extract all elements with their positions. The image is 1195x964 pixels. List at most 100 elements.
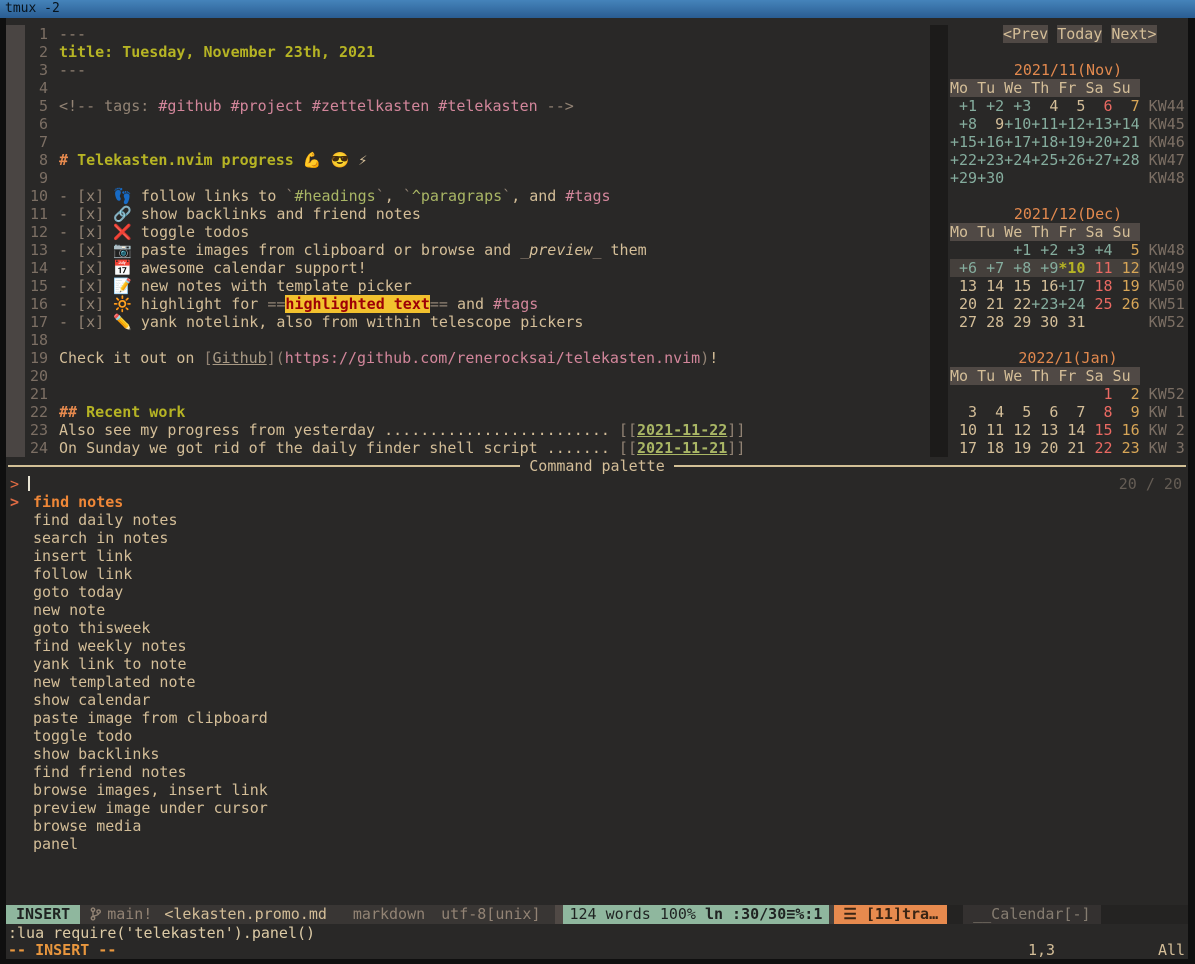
calendar-day-cells[interactable]: +15+16+17+18+19+20+21	[950, 133, 1140, 151]
calendar-day-cells[interactable]: 19	[1113, 277, 1140, 295]
week-days[interactable]: 27 28 29 30 31	[950, 313, 1140, 331]
buffer-tab[interactable]: ☰ [11]tra…	[834, 905, 947, 924]
calendar-day-cells[interactable]: 18	[1085, 277, 1112, 295]
calendar-day-cells[interactable]: 23	[1113, 439, 1140, 457]
editor-line[interactable]: 5<!-- tags: #github #project #zettelkast…	[6, 97, 930, 115]
editor-window[interactable]: 1---2title: Tuesday, November 23th, 2021…	[6, 25, 930, 457]
command-line[interactable]: :lua require('telekasten').panel()	[8, 924, 315, 942]
calendar-day-cells[interactable]: +8	[950, 115, 977, 133]
calendar-day-cells[interactable]	[1004, 169, 1139, 187]
calendar-day-cells[interactable]: 2	[1113, 385, 1140, 403]
week-days[interactable]: 10 11 12 13 14 15 16	[950, 421, 1140, 439]
calendar-day-cells[interactable]: +17	[1058, 277, 1085, 295]
calendar-day-cells[interactable]: +23+24	[1031, 295, 1085, 313]
calendar-day-cells[interactable]: 11	[1085, 259, 1112, 277]
calendar-day-cells[interactable]: 5	[1113, 241, 1140, 259]
palette-item[interactable]: find weekly notes	[6, 637, 1188, 655]
week-days[interactable]: +1 +2 +3 +4 5	[950, 241, 1140, 259]
week-days[interactable]: 13 14 15 16+17 18 19	[950, 277, 1140, 295]
week-days[interactable]: +22+23+24+25+26+27+28	[950, 151, 1140, 169]
current-week-highlight[interactable]: +6 +7 +8 +9*10 11 12	[950, 259, 1140, 277]
palette-item[interactable]: toggle todo	[6, 727, 1188, 745]
palette-prompt[interactable]: > 20 / 20	[6, 475, 1188, 493]
palette-item[interactable]: insert link	[6, 547, 1188, 565]
week-days[interactable]: +15+16+17+18+19+20+21	[950, 133, 1140, 151]
editor-line[interactable]: 13- [x] 📷 paste images from clipboard or…	[6, 241, 930, 259]
editor-line[interactable]: 14- [x] 📅 awesome calendar support!	[6, 259, 930, 277]
editor-line[interactable]: 17- [x] ✏️ yank notelink, also from with…	[6, 313, 930, 331]
palette-item[interactable]: show calendar	[6, 691, 1188, 709]
calendar-day-cells[interactable]: 20 21 22	[950, 295, 1031, 313]
palette-item[interactable]: yank link to note	[6, 655, 1188, 673]
week-days[interactable]: +29+30	[950, 169, 1140, 187]
calendar-day-cells[interactable]: +1 +2 +3 +4	[1004, 241, 1112, 259]
week-days[interactable]: 1 2	[950, 385, 1140, 403]
editor-line[interactable]: 3---	[6, 61, 930, 79]
editor-line[interactable]: 11- [x] 🔗 show backlinks and friend note…	[6, 205, 930, 223]
editor-line[interactable]: 16- [x] 🔆 highlight for ==highlighted te…	[6, 295, 930, 313]
calendar-day-cells[interactable]: 27 28 29 30 31	[950, 313, 1085, 331]
calendar-day-cells[interactable]	[950, 385, 1085, 403]
calendar-day-cells[interactable]: 9	[977, 115, 1004, 133]
calendar-day-cells[interactable]: +1 +2 +3	[950, 97, 1031, 115]
editor-line[interactable]: 6	[6, 115, 930, 133]
calendar-day-cells[interactable]: 8	[1085, 403, 1112, 421]
calendar-day-cells[interactable]: 25	[1085, 295, 1112, 313]
editor-line[interactable]: 24On Sunday we got rid of the daily find…	[6, 439, 930, 457]
calendar-buffer-tab[interactable]: __Calendar[-]	[963, 905, 1100, 924]
calendar-day-cells[interactable]: 1	[1085, 385, 1112, 403]
week-days[interactable]: +1 +2 +3 4 5 6 7	[950, 97, 1140, 115]
calendar-day-cells[interactable]: 6	[1085, 97, 1112, 115]
palette-item[interactable]: find daily notes	[6, 511, 1188, 529]
today-button[interactable]: Today	[1057, 25, 1102, 43]
calendar-day-cells[interactable]: 13 14 15 16	[950, 277, 1058, 295]
editor-line[interactable]: 10- [x] 👣 follow links to `#headings`, `…	[6, 187, 930, 205]
palette-item[interactable]: preview image under cursor	[6, 799, 1188, 817]
palette-item[interactable]: show backlinks	[6, 745, 1188, 763]
week-days[interactable]: +8 9+10+11+12+13+14	[950, 115, 1140, 133]
week-days[interactable]: 17 18 19 20 21 22 23	[950, 439, 1140, 457]
calendar-day-cells[interactable]: 3 4 5 6 7	[950, 403, 1085, 421]
editor-line[interactable]: 20	[6, 367, 930, 385]
calendar-day-cells[interactable]: 16	[1113, 421, 1140, 439]
editor-line[interactable]: 15- [x] 📝 new notes with template picker	[6, 277, 930, 295]
editor-line[interactable]: 22## Recent work	[6, 403, 930, 421]
editor-line[interactable]: 23Also see my progress from yesterday ..…	[6, 421, 930, 439]
palette-item[interactable]: new note	[6, 601, 1188, 619]
palette-item[interactable]: search in notes	[6, 529, 1188, 547]
calendar-day-cells[interactable]	[1085, 313, 1139, 331]
calendar-day-cells[interactable]: 4 5	[1031, 97, 1085, 115]
palette-item[interactable]: paste image from clipboard	[6, 709, 1188, 727]
calendar-day-cells[interactable]: 26	[1113, 295, 1140, 313]
calendar-day-cells[interactable]: +29+30	[950, 169, 1004, 187]
palette-item[interactable]: follow link	[6, 565, 1188, 583]
calendar-day-cells[interactable]: 10 11 12 13 14	[950, 421, 1085, 439]
palette-item[interactable]: panel	[6, 835, 1188, 853]
palette-item[interactable]: browse images, insert link	[6, 781, 1188, 799]
calendar-day-cells[interactable]: 9	[1113, 403, 1140, 421]
editor-line[interactable]: 9	[6, 169, 930, 187]
calendar-day-cells[interactable]: 17 18 19 20 21	[950, 439, 1085, 457]
editor-line[interactable]: 18	[6, 331, 930, 349]
prev-button[interactable]: <Prev	[1003, 25, 1048, 43]
palette-item[interactable]: new templated note	[6, 673, 1188, 691]
editor-line[interactable]: 7	[6, 133, 930, 151]
calendar-day-cells[interactable]: 22	[1085, 439, 1112, 457]
editor-line[interactable]: 2title: Tuesday, November 23th, 2021	[6, 43, 930, 61]
next-button[interactable]: Next>	[1111, 25, 1156, 43]
editor-line[interactable]: 12- [x] ❌ toggle todos	[6, 223, 930, 241]
calendar-day-cells[interactable]: +10+11+12+13+14	[1004, 115, 1139, 133]
editor-line[interactable]: 1---	[6, 25, 930, 43]
calendar-day-cells[interactable]: 7	[1113, 97, 1140, 115]
palette-item[interactable]: find friend notes	[6, 763, 1188, 781]
editor-line[interactable]: 19Check it out on [Github](https://githu…	[6, 349, 930, 367]
calendar-day-cells[interactable]: 12	[1113, 259, 1140, 277]
editor-line[interactable]: 4	[6, 79, 930, 97]
palette-item[interactable]: goto thisweek	[6, 619, 1188, 637]
calendar-day-cells[interactable]: 15	[1085, 421, 1112, 439]
calendar-day-cells[interactable]: *10	[1058, 259, 1085, 277]
week-days[interactable]: 20 21 22+23+24 25 26	[950, 295, 1140, 313]
palette-item[interactable]: goto today	[6, 583, 1188, 601]
editor-line[interactable]: 8# Telekasten.nvim progress 💪 😎 ⚡	[6, 151, 930, 169]
palette-item[interactable]: >find notes	[6, 493, 1188, 511]
